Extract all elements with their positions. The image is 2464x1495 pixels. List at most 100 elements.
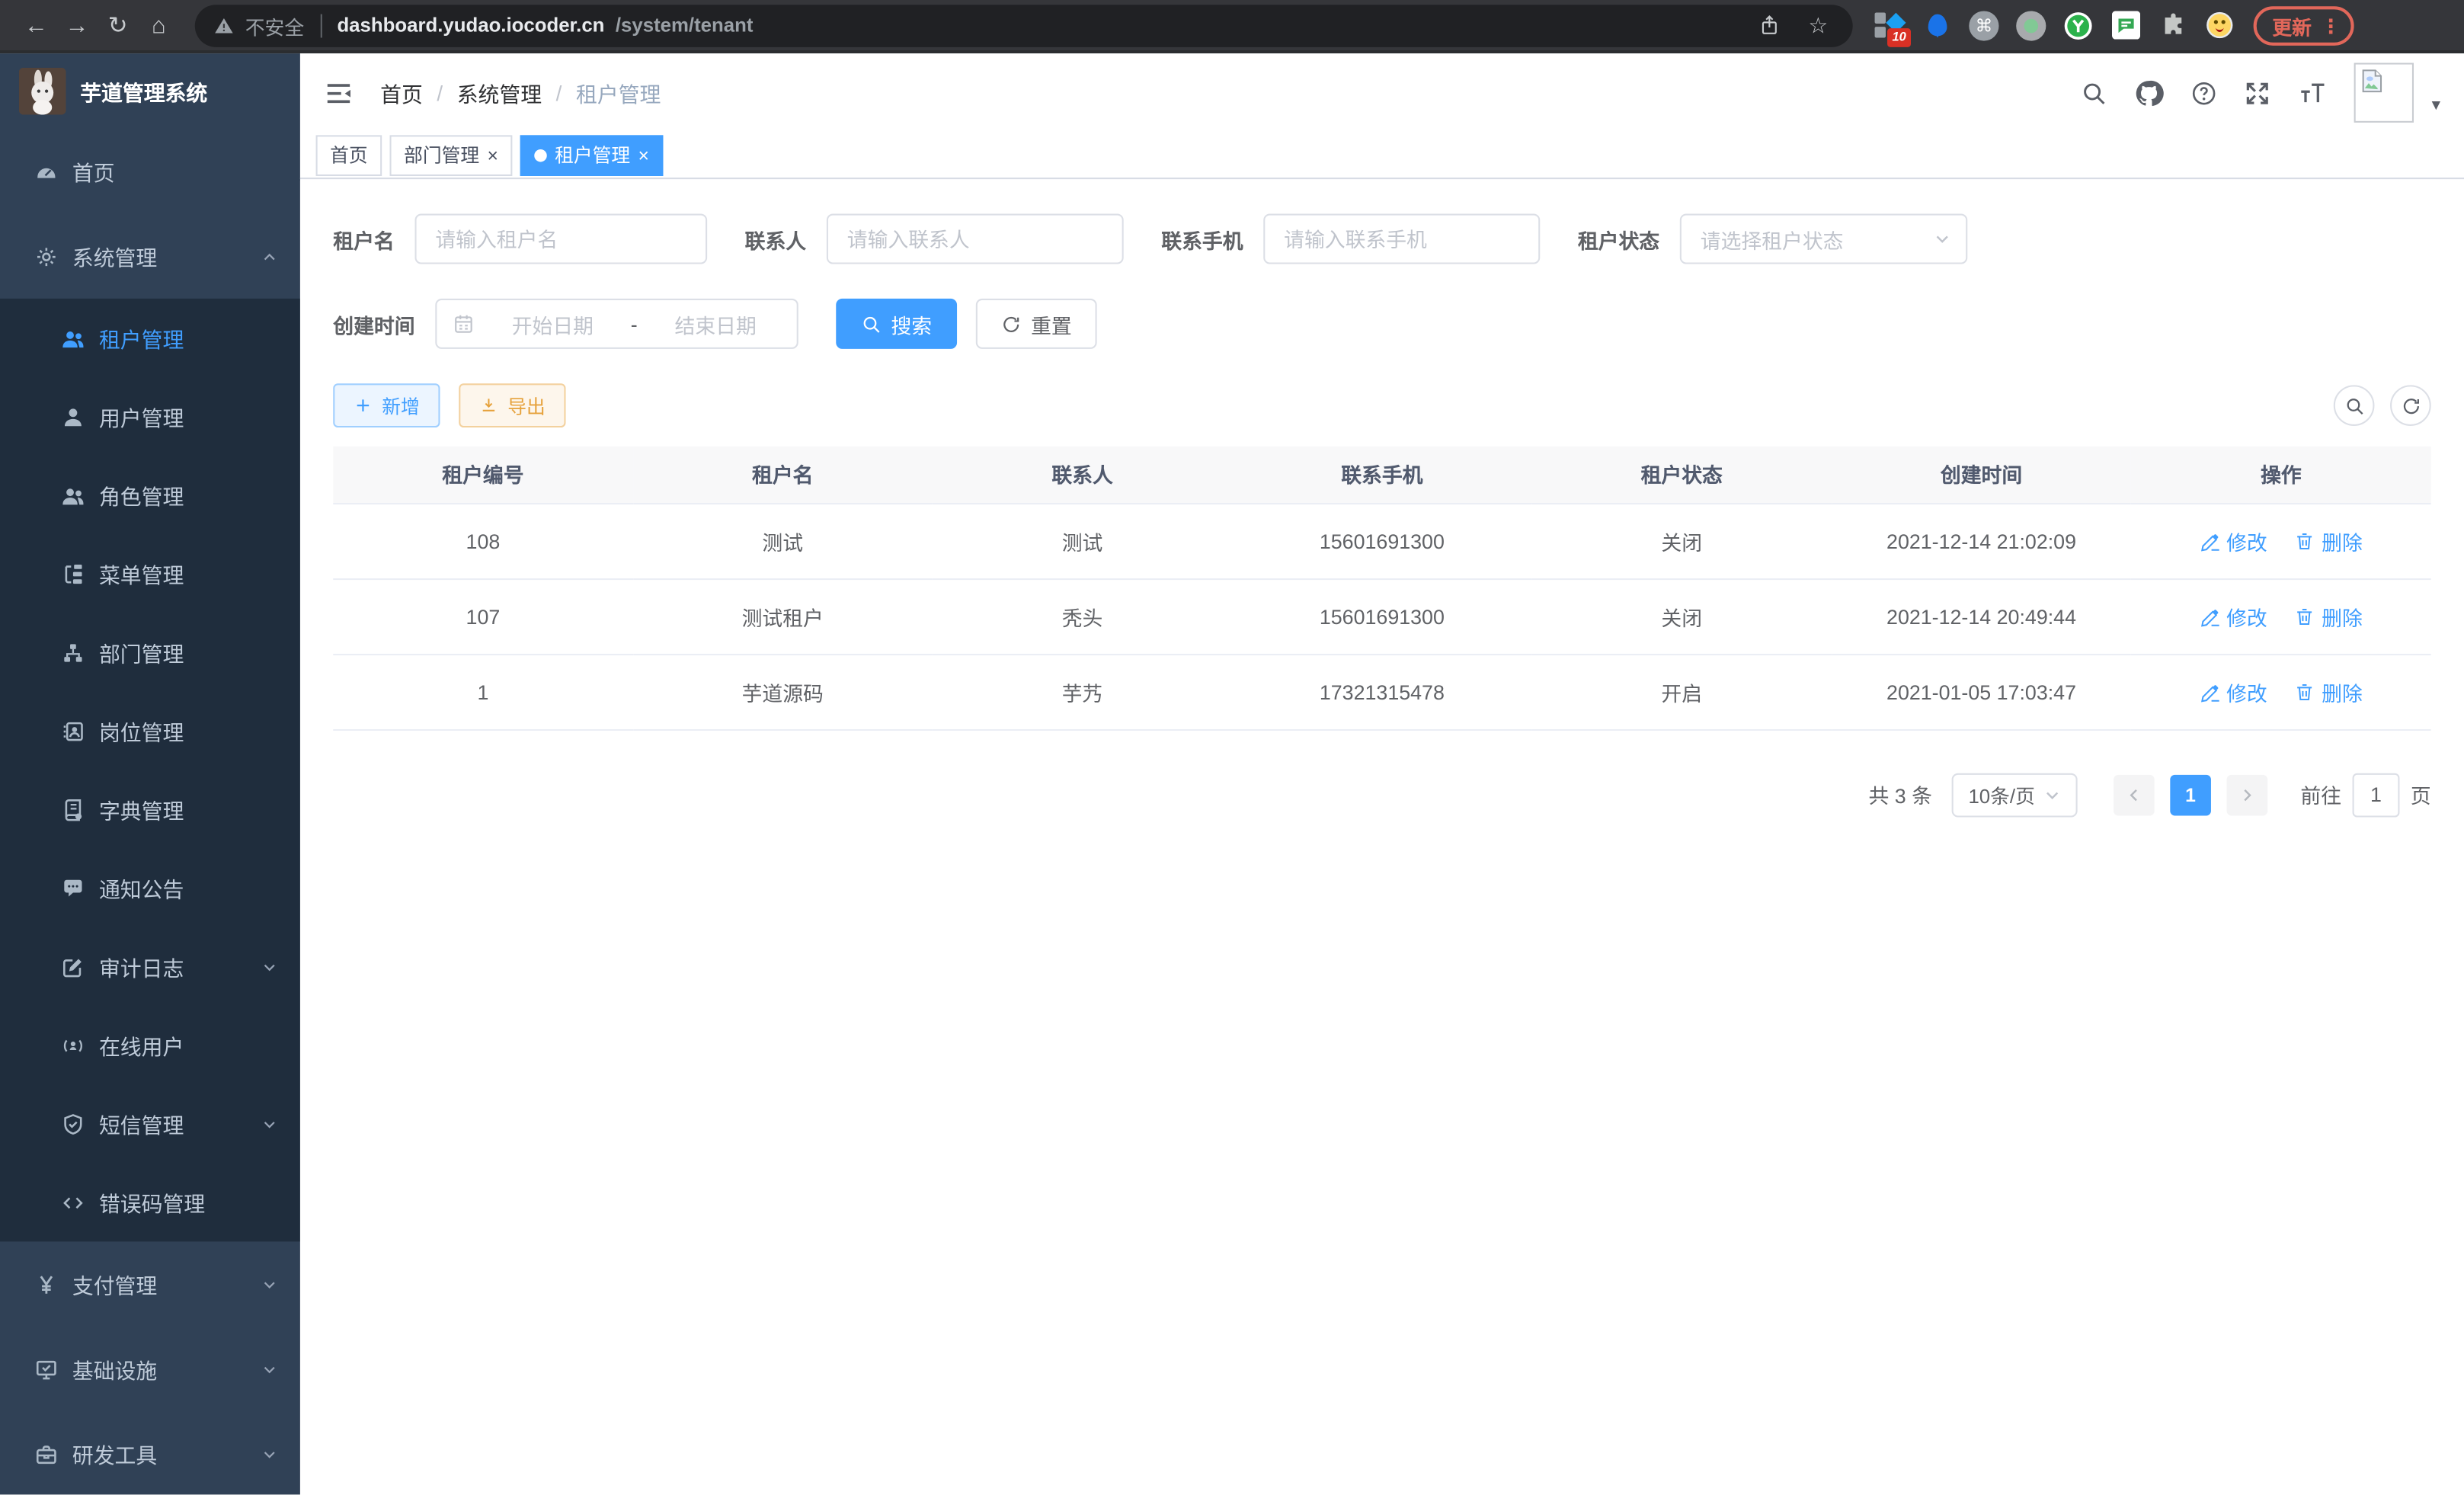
tab-home[interactable]: 首页: [316, 134, 382, 175]
sidebar-item-system-management[interactable]: 系统管理: [0, 214, 300, 299]
sidebar-item-sms-management[interactable]: 短信管理: [0, 1084, 300, 1163]
monitor-icon: [34, 1357, 58, 1381]
help-icon[interactable]: [2191, 79, 2218, 106]
breadcrumb-system[interactable]: 系统管理: [457, 77, 542, 108]
download-icon: [479, 396, 498, 415]
browser-update-button[interactable]: 更新 ⋮: [2254, 5, 2354, 45]
extension-icon-diamond[interactable]: 10: [1875, 10, 1905, 40]
delete-link[interactable]: 删除: [2295, 526, 2363, 555]
tree-icon: [61, 562, 85, 585]
sidebar-item-user-management[interactable]: 用户管理: [0, 377, 300, 456]
tenant-name-input[interactable]: [415, 214, 708, 264]
users-icon: [61, 326, 85, 350]
sidebar-item-tenant-management[interactable]: 租户管理: [0, 299, 300, 377]
search-button[interactable]: 搜索: [836, 299, 957, 349]
browser-reload-icon[interactable]: ↻: [98, 5, 139, 46]
sidebar-item-audit-log[interactable]: 审计日志: [0, 927, 300, 1006]
breadcrumb-separator: /: [556, 81, 562, 104]
contact-input[interactable]: [827, 214, 1124, 264]
date-separator: -: [631, 312, 638, 335]
page-number-1[interactable]: 1: [2170, 774, 2211, 815]
sidebar-collapse-icon[interactable]: [324, 78, 354, 107]
sidebar-item-error-code-management[interactable]: 错误码管理: [0, 1163, 300, 1241]
app-logo-row[interactable]: 芋道管理系统: [0, 53, 300, 129]
sidebar-item-notice[interactable]: 通知公告: [0, 849, 300, 927]
page-unit-label: 页: [2411, 780, 2431, 809]
search-icon[interactable]: [2082, 79, 2108, 106]
browser-menu-icon[interactable]: ⋮: [2321, 14, 2341, 37]
sidebar-item-infrastructure[interactable]: 基础设施: [0, 1327, 300, 1411]
extensions-puzzle-icon[interactable]: [2158, 10, 2187, 40]
edit-link[interactable]: 修改: [2200, 677, 2267, 706]
sidebar-item-payment-management[interactable]: 支付管理: [0, 1241, 300, 1326]
share-icon[interactable]: [1751, 14, 1789, 37]
tab-department-management[interactable]: 部门管理 ×: [390, 134, 513, 175]
fullscreen-icon[interactable]: [2245, 79, 2271, 106]
badge-icon: [61, 719, 85, 743]
sidebar-item-department-management[interactable]: 部门管理: [0, 613, 300, 691]
address-bar[interactable]: 不安全 dashboard.yudao.iocoder.cn/system/te…: [195, 4, 1853, 46]
delete-link[interactable]: 删除: [2295, 677, 2363, 706]
sidebar-item-dev-tools[interactable]: 研发工具: [0, 1411, 300, 1494]
browser-forward-icon[interactable]: →: [56, 5, 98, 46]
export-button[interactable]: 导出: [459, 383, 565, 427]
extensions-row: 10 ⌘: [1875, 10, 2235, 40]
extension-icon-y[interactable]: [2063, 10, 2093, 40]
table-row: 108 测试 测试 15601691300 关闭 2021-12-14 21:0…: [333, 503, 2430, 578]
browser-back-icon[interactable]: ←: [16, 5, 57, 46]
sidebar-item-home[interactable]: 首页: [0, 129, 300, 213]
refresh-table-button[interactable]: [2390, 385, 2431, 426]
edit-link[interactable]: 修改: [2200, 526, 2267, 555]
dictionary-icon: [61, 798, 85, 821]
delete-link[interactable]: 删除: [2295, 601, 2363, 631]
close-icon[interactable]: ×: [487, 146, 498, 165]
add-button[interactable]: 新增: [333, 383, 440, 427]
bookmark-star-icon[interactable]: ☆: [1800, 11, 1838, 38]
extension-icon-command[interactable]: ⌘: [1969, 10, 1998, 40]
col-created: 创建时间: [1832, 447, 2131, 503]
prev-page-button[interactable]: [2114, 774, 2155, 815]
calendar-icon: [453, 312, 475, 335]
tab-tenant-management[interactable]: 租户管理 ×: [520, 134, 664, 175]
sidebar-item-post-management[interactable]: 岗位管理: [0, 692, 300, 770]
edit-link[interactable]: 修改: [2200, 601, 2267, 631]
screen: ← → ↻ ⌂ 不安全 dashboard.yudao.iocoder.cn/s…: [0, 0, 2464, 1494]
chevron-up-icon: [261, 248, 278, 265]
sidebar-item-menu-management[interactable]: 菜单管理: [0, 534, 300, 613]
font-size-icon[interactable]: [2298, 78, 2328, 107]
chevron-down-icon: [1933, 229, 1952, 248]
reset-button[interactable]: 重置: [976, 299, 1097, 349]
app-title: 芋道管理系统: [80, 75, 207, 107]
toggle-search-button[interactable]: [2334, 385, 2375, 426]
top-navbar: 首页 / 系统管理 / 租户管理 ▾: [300, 53, 2464, 132]
github-icon[interactable]: [2135, 78, 2165, 107]
contact-label: 联系人: [745, 224, 806, 254]
profile-avatar-icon[interactable]: [2205, 10, 2235, 40]
status-label: 租户状态: [1578, 224, 1659, 254]
page-size-select[interactable]: 10条/页: [1951, 773, 2078, 817]
caret-down-icon[interactable]: ▾: [2432, 94, 2440, 114]
extension-icon-chat[interactable]: [2110, 10, 2140, 40]
status-select[interactable]: 请选择租户状态: [1680, 214, 1967, 264]
create-time-range-picker[interactable]: 开始日期 - 结束日期: [435, 299, 798, 349]
extension-icon-balloon[interactable]: [1922, 10, 1951, 40]
extension-icon-green-dot[interactable]: [2016, 10, 2046, 40]
main-content: 租户名 联系人 联系手机 租户状态 请选择租户状态 创建时间: [300, 181, 2464, 1494]
next-page-button[interactable]: [2226, 774, 2267, 815]
breadcrumb-home[interactable]: 首页: [380, 77, 423, 108]
security-label: 不安全: [245, 10, 304, 40]
mobile-input[interactable]: [1263, 214, 1540, 264]
close-icon[interactable]: ×: [638, 146, 649, 165]
pencil-icon: [2200, 606, 2220, 626]
sidebar-item-online-users[interactable]: 在线用户: [0, 1006, 300, 1084]
chevron-down-icon: [261, 1360, 278, 1378]
table-row: 107 测试租户 秃头 15601691300 关闭 2021-12-14 20…: [333, 578, 2430, 654]
browser-home-icon[interactable]: ⌂: [139, 5, 180, 46]
breadcrumb: 首页 / 系统管理 / 租户管理: [380, 77, 661, 108]
sidebar-item-role-management[interactable]: 角色管理: [0, 456, 300, 534]
goto-page-input[interactable]: [2353, 773, 2400, 817]
sidebar-item-dictionary-management[interactable]: 字典管理: [0, 770, 300, 849]
avatar[interactable]: [2355, 63, 2414, 123]
status-value: 开启: [1532, 654, 1832, 729]
goto-label: 前往: [2300, 780, 2341, 809]
